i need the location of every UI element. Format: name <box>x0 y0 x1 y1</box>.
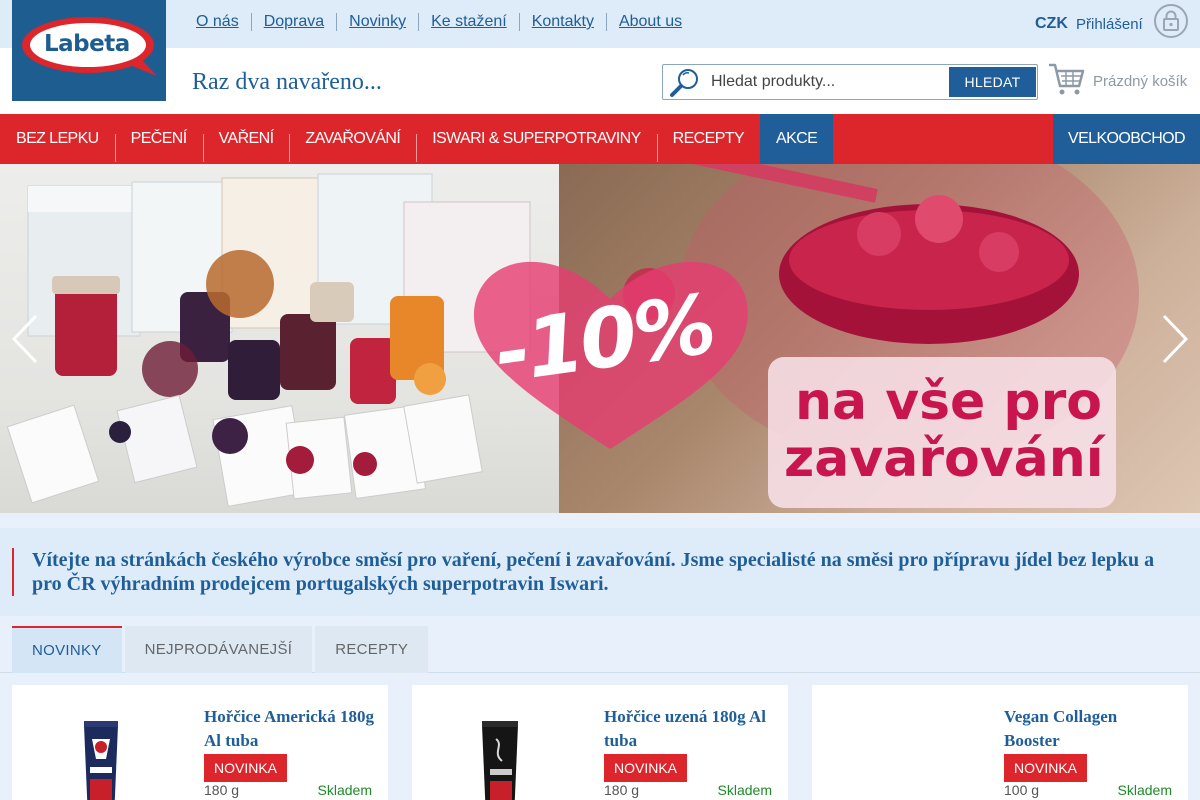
search-box: HLEDAT <box>662 64 1038 100</box>
header-row: Raz dva navařeno... HLEDAT Prázdný košík <box>0 48 1200 114</box>
tagline: Raz dva navařeno... <box>192 69 382 95</box>
lock-icon[interactable] <box>1153 3 1189 44</box>
product-tabs: NOVINKY NEJPRODÁVANEJŠÍ RECEPTY <box>12 626 431 673</box>
nav-akce[interactable]: AKCE <box>760 114 834 164</box>
link-about-us[interactable]: About us <box>605 13 694 31</box>
stock-status: Skladem <box>1117 782 1172 798</box>
link-ke-stazeni[interactable]: Ke stažení <box>418 13 519 31</box>
product-card[interactable]: Vegan Collagen Booster NOVINKA 100 g Skl… <box>812 685 1188 800</box>
tab-novinky[interactable]: NOVINKY <box>12 626 122 673</box>
product-card[interactable]: Hořčice uzená 180g Al tuba NOVINKA 180 g… <box>412 685 788 800</box>
welcome-section: Vítejte na stránkách českého výrobce smě… <box>0 528 1200 616</box>
chevron-left-icon[interactable] <box>10 314 40 369</box>
login-link[interactable]: Přihlášení <box>1076 16 1143 33</box>
product-card[interactable]: Hořčice Americká 180g Al tuba NOVINKA 18… <box>12 685 388 800</box>
welcome-accent-bar <box>12 548 14 596</box>
promo-banner[interactable]: -10% na vše pro zavařování <box>0 164 1200 513</box>
chevron-right-icon[interactable] <box>1160 314 1190 369</box>
link-doprava[interactable]: Doprava <box>250 13 336 31</box>
search-button[interactable]: HLEDAT <box>949 67 1036 97</box>
new-badge: NOVINKA <box>204 754 288 782</box>
nav-bez-lepku[interactable]: BEZ LEPKU <box>0 114 115 164</box>
product-image[interactable] <box>52 709 148 800</box>
stock-status: Skladem <box>317 782 372 798</box>
logo-text: Labeta <box>44 31 130 57</box>
link-novinky[interactable]: Novinky <box>336 13 418 31</box>
main-nav: BEZ LEPKU PEČENÍ VAŘENÍ ZAVAŘOVÁNÍ ISWAR… <box>0 114 1200 164</box>
product-weight: 180 g <box>604 782 640 798</box>
welcome-text: Vítejte na stránkách českého výrobce smě… <box>32 549 1155 595</box>
new-badge: NOVINKA <box>1004 754 1088 782</box>
nav-peceni[interactable]: PEČENÍ <box>114 114 203 164</box>
stock-status: Skladem <box>717 782 772 798</box>
product-title[interactable]: Vegan Collagen Booster <box>1004 705 1174 753</box>
promo-line-2: zavařování <box>784 429 1104 489</box>
link-kontakty[interactable]: Kontakty <box>518 13 606 31</box>
logo[interactable]: Labeta <box>12 0 166 101</box>
new-badge: NOVINKA <box>604 754 688 782</box>
nav-zavarovani[interactable]: ZAVAŘOVÁNÍ <box>289 114 416 164</box>
tab-recepty[interactable]: RECEPTY <box>315 626 429 673</box>
product-image[interactable] <box>852 709 948 800</box>
nav-iswari[interactable]: ISWARI & SUPERPOTRAVINY <box>416 114 656 164</box>
link-o-nas[interactable]: O nás <box>184 13 251 31</box>
product-weight: 100 g <box>1004 782 1040 798</box>
product-title[interactable]: Hořčice uzená 180g Al tuba <box>604 705 774 753</box>
search-icon <box>669 67 701 104</box>
product-title[interactable]: Hořčice Americká 180g Al tuba <box>204 705 374 753</box>
nav-recepty[interactable]: RECEPTY <box>656 114 760 164</box>
product-image[interactable] <box>452 709 548 800</box>
currency-selector[interactable]: CZK <box>1035 15 1068 33</box>
cart-icon[interactable] <box>1047 60 1085 103</box>
nav-vareni[interactable]: VAŘENÍ <box>202 114 290 164</box>
nav-velkoobchod[interactable]: VELKOOBCHOD <box>1053 114 1200 164</box>
promo-line-1: na vše pro <box>795 372 1103 432</box>
search-input[interactable] <box>711 71 941 93</box>
product-weight: 180 g <box>204 782 240 798</box>
cart-label[interactable]: Prázdný košík <box>1093 73 1187 90</box>
top-links: O nás Doprava Novinky Ke stažení Kontakt… <box>184 13 694 31</box>
tab-nejprodavanejsi[interactable]: NEJPRODÁVANEJŠÍ <box>124 626 313 673</box>
top-bar: O nás Doprava Novinky Ke stažení Kontakt… <box>0 0 1200 48</box>
